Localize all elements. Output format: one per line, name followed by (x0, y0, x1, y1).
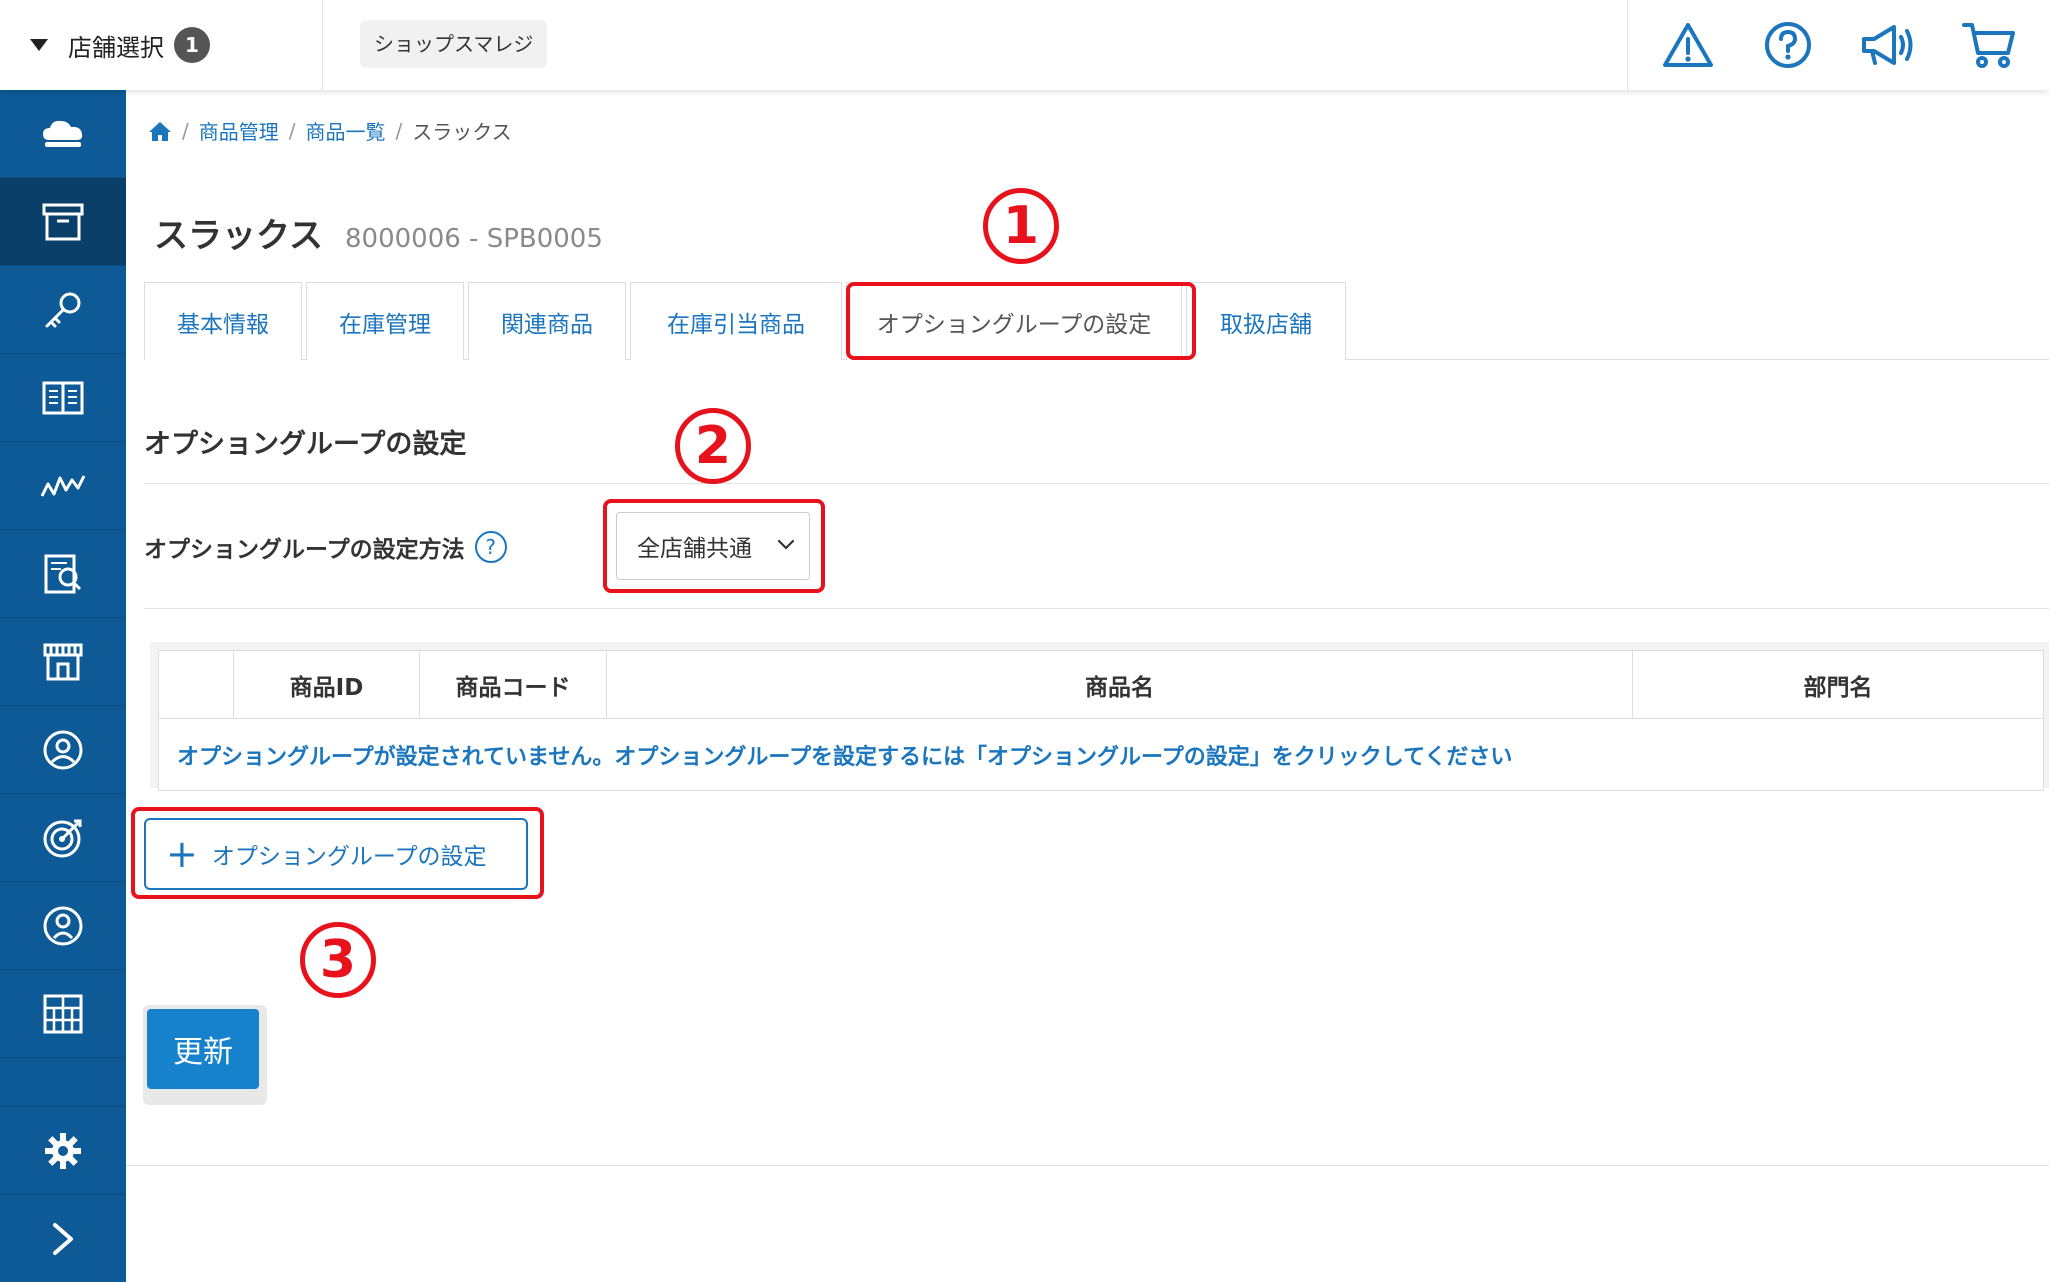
breadcrumb-separator: / (182, 118, 189, 143)
table-header-row: 商品ID 商品コード 商品名 部門名 (158, 650, 2044, 719)
tab-related[interactable]: 関連商品 (468, 282, 626, 360)
sidebar (0, 90, 126, 1282)
store-select-label: 店舗選択 (68, 33, 164, 62)
sidebar-item-book[interactable] (0, 354, 126, 442)
method-label: オプショングループの設定方法 (144, 537, 465, 563)
col-header-checkbox (158, 650, 234, 719)
page-title: スラックス (154, 216, 323, 256)
highlight-method-select (603, 499, 825, 593)
breadcrumb-product-management[interactable]: 商品管理 (199, 116, 279, 145)
option-group-table: 商品ID 商品コード 商品名 部門名 オプショングループが設定されていません。オ… (158, 650, 2044, 791)
key-icon (45, 292, 81, 327)
cart-icon[interactable] (1959, 15, 2019, 75)
method-label-row: オプショングループの設定方法 ? (144, 530, 507, 564)
option-group-table-wrap: 商品ID 商品コード 商品名 部門名 オプショングループが設定されていません。オ… (150, 642, 2049, 791)
sidebar-item-store[interactable] (0, 618, 126, 706)
breadcrumb-product-list[interactable]: 商品一覧 (306, 116, 386, 145)
breadcrumb-separator: / (288, 118, 296, 143)
tab-stores[interactable]: 取扱店舗 (1186, 282, 1346, 360)
marker-3: 3 (300, 922, 376, 998)
breadcrumb-current: スラックス (412, 120, 512, 144)
sidebar-item-user[interactable] (0, 882, 126, 970)
marker-2: 2 (675, 408, 751, 484)
highlight-add-button (131, 807, 544, 899)
member-icon (43, 730, 83, 769)
sidebar-item-members[interactable] (0, 706, 126, 794)
user-icon (43, 906, 83, 945)
grid-icon (43, 994, 83, 1033)
section-title: オプショングループの設定 (144, 429, 467, 460)
top-icons (1627, 0, 2049, 90)
sidebar-item-key[interactable] (0, 266, 126, 354)
sidebar-item-products[interactable] (0, 178, 126, 266)
sidebar-item-report[interactable] (0, 530, 126, 618)
chevron-right-icon (53, 1222, 73, 1255)
warning-icon[interactable] (1658, 15, 1718, 75)
chart-icon (40, 474, 86, 497)
col-header-category: 部門名 (1632, 650, 2044, 719)
col-header-product-name: 商品名 (606, 650, 1633, 719)
target-icon (43, 819, 82, 857)
col-header-product-id: 商品ID (233, 650, 420, 719)
update-button[interactable]: 更新 (147, 1009, 259, 1089)
gear-icon (45, 1132, 81, 1169)
sidebar-item-settings[interactable] (0, 1106, 126, 1194)
divider (144, 483, 2049, 484)
sidebar-item-analytics[interactable] (0, 442, 126, 530)
megaphone-icon[interactable] (1859, 15, 1919, 75)
sidebar-expand[interactable] (0, 1194, 126, 1282)
store-count-badge: 1 (174, 27, 210, 63)
cloud-icon (43, 120, 83, 147)
book-icon (42, 381, 84, 414)
divider (126, 1165, 2049, 1166)
update-button-wrap: 更新 (143, 1005, 267, 1105)
tab-allocated[interactable]: 在庫引当商品 (630, 282, 842, 360)
sidebar-item-home[interactable] (0, 90, 126, 178)
shop-name[interactable]: ショップスマレジ (360, 20, 548, 68)
sidebar-item-target[interactable] (0, 794, 126, 882)
sidebar-item-apps[interactable] (0, 970, 126, 1058)
help-icon[interactable]: ? (474, 531, 507, 563)
store-select[interactable]: 店舗選択 1 (0, 0, 323, 90)
main-content: / 商品管理 / 商品一覧 / スラックス スラックス 8000006 - SP… (126, 90, 2049, 1282)
highlight-tab-option-group (846, 282, 1196, 360)
caret-down-icon (30, 39, 48, 51)
store-icon (43, 643, 83, 680)
home-icon[interactable] (148, 120, 172, 142)
top-bar: 店舗選択 1 ショップスマレジ (0, 0, 2049, 90)
report-icon (44, 554, 82, 593)
tab-basic-info[interactable]: 基本情報 (144, 282, 302, 360)
col-header-product-code: 商品コード (419, 650, 607, 719)
page-header: スラックス 8000006 - SPB0005 (154, 208, 603, 257)
tab-stock[interactable]: 在庫管理 (306, 282, 464, 360)
marker-1: 1 (983, 188, 1059, 264)
box-icon (42, 203, 84, 240)
table-row: オプショングループが設定されていません。オプショングループを設定するには「オプシ… (158, 718, 2044, 791)
divider (144, 608, 2049, 609)
help-icon[interactable] (1758, 15, 1818, 75)
empty-message: オプショングループが設定されていません。オプショングループを設定するには「オプシ… (158, 718, 2044, 791)
product-code: 8000006 - SPB0005 (344, 224, 603, 254)
breadcrumb-separator: / (395, 118, 403, 143)
breadcrumb: / 商品管理 / 商品一覧 / スラックス (148, 116, 512, 145)
sidebar-bottom (0, 1106, 126, 1282)
